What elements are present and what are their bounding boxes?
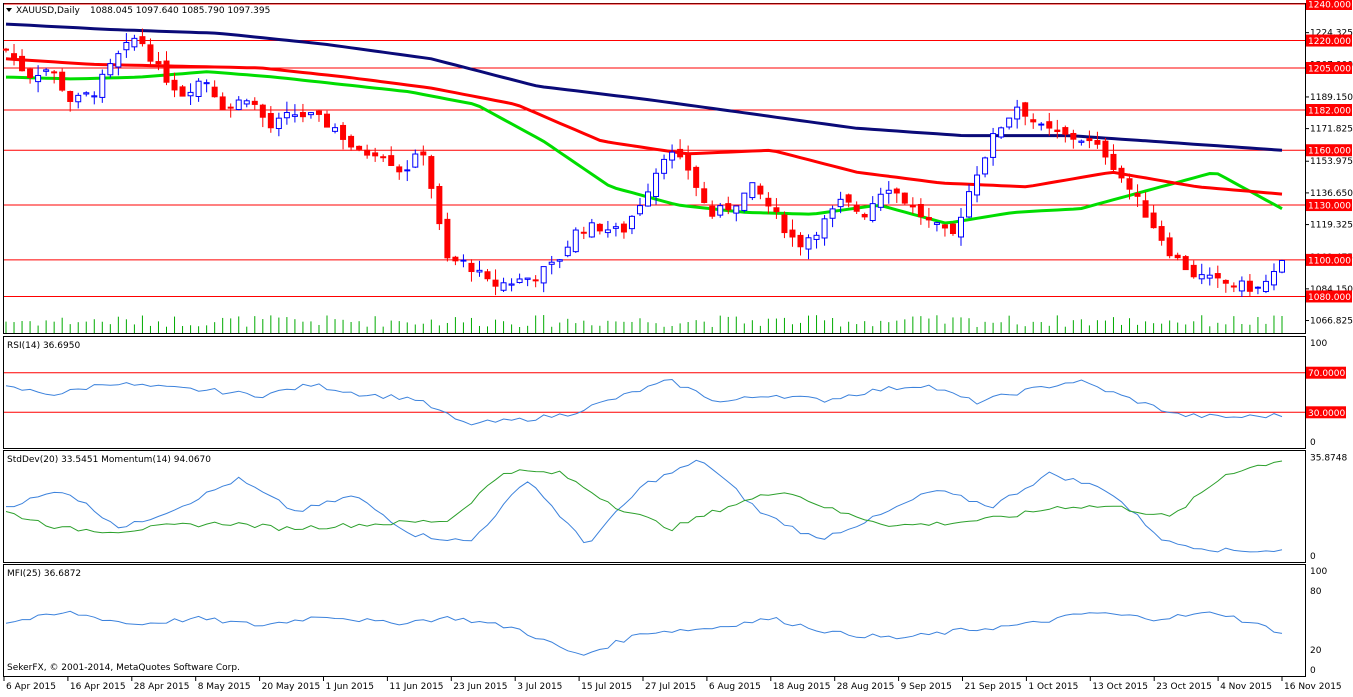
price-tick-label: 1119.325	[1310, 221, 1353, 231]
level-price-label: 1130.000	[1306, 199, 1352, 212]
candle	[1279, 259, 1285, 274]
time-tick-label: 1 Oct 2015	[1028, 682, 1078, 692]
level-price-text: 1130.000	[1308, 202, 1351, 212]
indicator-level-label: 70.0000	[1306, 366, 1346, 379]
time-tick-label: 18 Aug 2015	[773, 682, 831, 692]
time-tick-label: 8 May 2015	[198, 682, 251, 692]
time-tick-label: 21 Sep 2015	[965, 682, 1022, 692]
level-price-label: 1182.000	[1306, 104, 1352, 117]
time-tick-label: 28 Aug 2015	[837, 682, 895, 692]
indicator-tick-label: 35.8748	[1310, 453, 1347, 463]
time-tick-label: 6 Apr 2015	[6, 682, 56, 692]
time-tick-label: 13 Oct 2015	[1092, 682, 1148, 692]
candle	[901, 192, 908, 205]
candle	[982, 156, 989, 178]
candle	[444, 212, 451, 262]
time-tick-label: 4 Nov 2015	[1220, 682, 1272, 692]
svg-text:70.0000: 70.0000	[1308, 369, 1345, 379]
level-price-text: 1220.000	[1308, 37, 1351, 47]
indicator-tick-label: 100	[1310, 339, 1327, 349]
time-tick-label: 16 Nov 2015	[1284, 682, 1342, 692]
indicator-tick-label: 0	[1310, 552, 1316, 562]
time-tick-label: 28 Apr 2015	[134, 682, 190, 692]
stddev-momentum-title: StdDev(20) 33.5451 Momentum(14) 94.0670	[7, 455, 211, 465]
level-price-text: 1080.000	[1308, 293, 1351, 303]
time-tick-label: 23 Jun 2015	[453, 682, 507, 692]
level-price-label: 1240.000	[1306, 0, 1352, 11]
time-tick-label: 27 Jul 2015	[645, 682, 696, 692]
price-tick-label: 1189.150	[1310, 93, 1353, 103]
level-price-label: 1160.000	[1306, 144, 1352, 157]
mfi-title: MFI(25) 36.6872	[7, 569, 81, 579]
time-tick-label: 11 Jun 2015	[389, 682, 443, 692]
time-tick-label: 16 Apr 2015	[70, 682, 126, 692]
rsi-title: RSI(14) 36.6950	[7, 341, 80, 351]
candle	[741, 192, 748, 213]
chart-canvas[interactable]: 70.000030.0000100035.8748010080200 1224.…	[0, 0, 1353, 693]
price-tick-label: 1153.975	[1310, 157, 1353, 167]
copyright-text: SekerFX, © 2001-2014, MetaQuotes Softwar…	[7, 663, 240, 673]
candle	[1182, 255, 1189, 271]
level-price-text: 1240.000	[1308, 1, 1351, 11]
level-price-label: 1205.000	[1306, 61, 1352, 74]
indicator-tick-label: 100	[1310, 567, 1327, 577]
time-tick-label: 3 Jul 2015	[517, 682, 562, 692]
time-tick-label: 9 Sep 2015	[901, 682, 952, 692]
price-tick-label: 1066.825	[1310, 317, 1353, 327]
candle	[59, 68, 66, 92]
candle	[998, 126, 1005, 139]
candle	[436, 183, 443, 231]
level-price-label: 1080.000	[1306, 290, 1352, 303]
candle	[572, 227, 579, 253]
ohlc-values: 1088.045 1097.640 1085.790 1097.395	[90, 6, 270, 16]
chart-header: XAUUSD,Daily 1088.045 1097.640 1085.790 …	[6, 6, 270, 16]
time-tick-label: 1 Jun 2015	[326, 682, 374, 692]
candle	[99, 69, 106, 103]
level-price-text: 1100.000	[1308, 256, 1351, 266]
level-price-text: 1182.000	[1308, 107, 1351, 117]
level-price-label: 1100.000	[1306, 253, 1352, 266]
svg-text:30.0000: 30.0000	[1308, 409, 1345, 419]
level-price-text: 1160.000	[1308, 147, 1351, 157]
indicator-tick-label: 20	[1310, 646, 1322, 656]
candle	[749, 182, 756, 201]
price-tick-label: 1136.650	[1310, 189, 1353, 199]
time-tick-label: 20 May 2015	[262, 682, 321, 692]
candle	[179, 85, 186, 97]
level-price-label: 1220.000	[1306, 34, 1352, 47]
indicator-tick-label: 80	[1310, 587, 1322, 597]
chart-window: 70.0000 30.0000 100 0 35.8748 0 100 80 20 0 1224.…	[0, 0, 1353, 693]
price-tick-label: 1171.825	[1310, 125, 1353, 135]
candle	[949, 223, 956, 236]
time-tick-label: 6 Aug 2015	[709, 682, 761, 692]
time-tick-label: 23 Oct 2015	[1156, 682, 1212, 692]
symbol-title: XAUUSD,Daily	[16, 6, 80, 16]
indicator-tick-label: 0	[1310, 438, 1316, 448]
time-tick-label: 15 Jul 2015	[581, 682, 632, 692]
indicator-level-label: 30.0000	[1306, 406, 1346, 419]
indicator-tick-label: 0	[1310, 666, 1316, 676]
level-price-text: 1205.000	[1308, 64, 1351, 74]
